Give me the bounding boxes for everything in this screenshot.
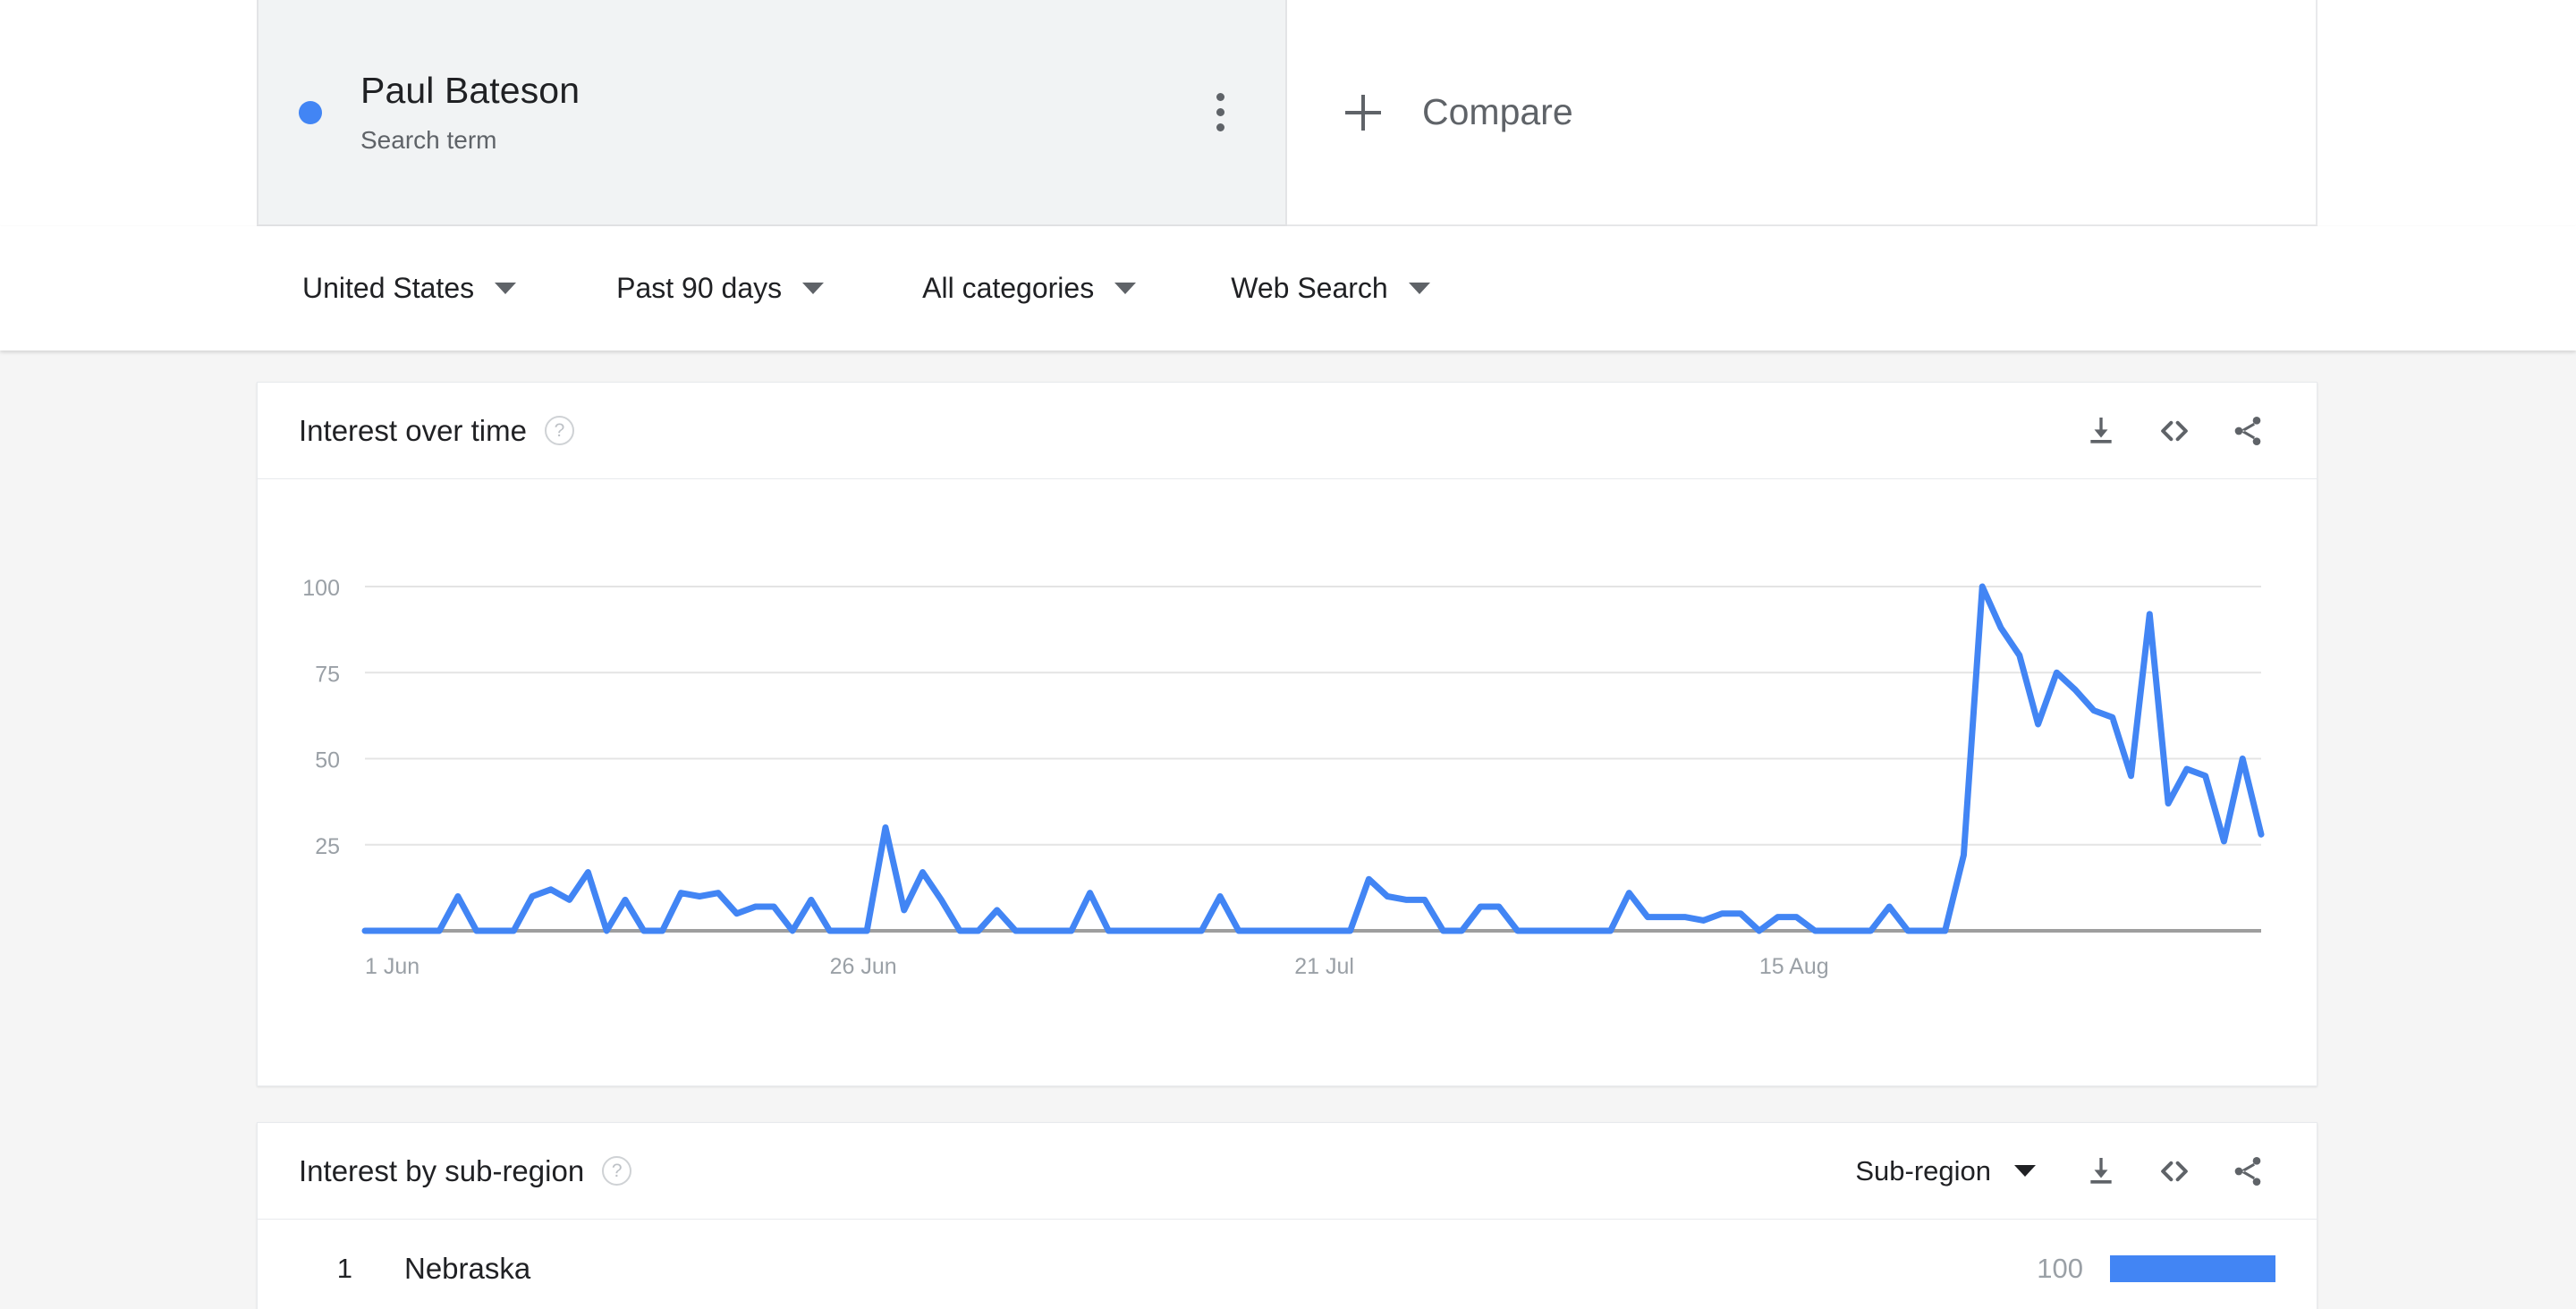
table-row[interactable]: 1 Nebraska 100	[258, 1220, 2317, 1309]
filter-bar: United States Past 90 days All categorie…	[0, 226, 2576, 350]
google-trends-page: Paul Bateson Search term Compare United …	[0, 0, 2576, 1309]
help-circle-icon[interactable]: ?	[602, 1156, 632, 1186]
chevron-down-icon	[802, 283, 825, 294]
filter-category[interactable]: All categories	[922, 226, 1137, 350]
download-icon[interactable]	[2064, 394, 2138, 468]
interest-by-subregion-header: Interest by sub-region ? Sub-region	[258, 1123, 2317, 1220]
subregion-level-select[interactable]: Sub-region	[1855, 1155, 2036, 1187]
embed-code-icon[interactable]	[2138, 394, 2211, 468]
interest-over-time-header: Interest over time ?	[258, 383, 2317, 479]
search-term-text: Paul Bateson Search term	[360, 69, 1180, 156]
chevron-down-icon	[2014, 1165, 2036, 1177]
svg-text:21 Jul: 21 Jul	[1294, 954, 1354, 979]
chevron-down-icon	[1408, 283, 1430, 294]
svg-text:75: 75	[315, 662, 340, 687]
svg-text:15 Aug: 15 Aug	[1759, 954, 1829, 979]
filter-search-type[interactable]: Web Search	[1231, 226, 1430, 350]
search-term-type: Search term	[360, 126, 497, 155]
svg-text:26 Jun: 26 Jun	[830, 954, 897, 979]
svg-text:50: 50	[315, 748, 340, 773]
search-term-card[interactable]: Paul Bateson Search term	[257, 0, 1287, 226]
region-bar	[2110, 1255, 2275, 1282]
region-value: 100	[2037, 1253, 2083, 1284]
help-circle-icon[interactable]: ?	[544, 416, 574, 445]
filter-location[interactable]: United States	[302, 226, 517, 350]
region-name: Nebraska	[404, 1252, 531, 1285]
interest-by-subregion-title: Interest by sub-region	[299, 1153, 585, 1187]
download-icon[interactable]	[2064, 1135, 2138, 1208]
chevron-down-icon	[1114, 283, 1137, 294]
chevron-down-icon	[495, 283, 517, 294]
svg-text:25: 25	[315, 834, 340, 859]
share-icon[interactable]	[2211, 1135, 2284, 1208]
subregion-level-label: Sub-region	[1855, 1154, 1991, 1187]
embed-code-icon[interactable]	[2138, 1135, 2211, 1208]
interest-over-time-chart[interactable]: 25 50 75 100 1 Jun 26 Jun 21 Jul 15 Aug	[258, 479, 2317, 1080]
search-term-bar: Paul Bateson Search term Compare	[0, 0, 2576, 226]
series-color-dot	[299, 100, 322, 124]
more-vert-icon[interactable]	[1180, 72, 1260, 153]
compare-label: Compare	[1422, 91, 1573, 132]
region-rank: 1	[336, 1253, 352, 1284]
filter-time-range-label: Past 90 days	[616, 272, 783, 304]
interest-over-time-card: Interest over time ? 25 50 75 100 1 Jun …	[257, 382, 2318, 1086]
add-comparison-button[interactable]: Compare	[1287, 0, 2318, 226]
filter-time-range[interactable]: Past 90 days	[616, 226, 825, 350]
filter-category-label: All categories	[922, 272, 1095, 304]
svg-text:1 Jun: 1 Jun	[365, 954, 419, 979]
svg-text:100: 100	[302, 576, 340, 601]
filter-search-type-label: Web Search	[1231, 272, 1388, 304]
interest-by-subregion-card: Interest by sub-region ? Sub-region 1 Ne…	[257, 1122, 2318, 1309]
filter-location-label: United States	[302, 272, 475, 304]
region-bar-track	[2110, 1255, 2275, 1282]
share-icon[interactable]	[2211, 394, 2284, 468]
subregion-list: 1 Nebraska 100	[258, 1220, 2317, 1309]
interest-over-time-title: Interest over time	[299, 413, 527, 447]
plus-icon	[1345, 94, 1381, 131]
search-term-title: Paul Bateson	[360, 70, 580, 112]
